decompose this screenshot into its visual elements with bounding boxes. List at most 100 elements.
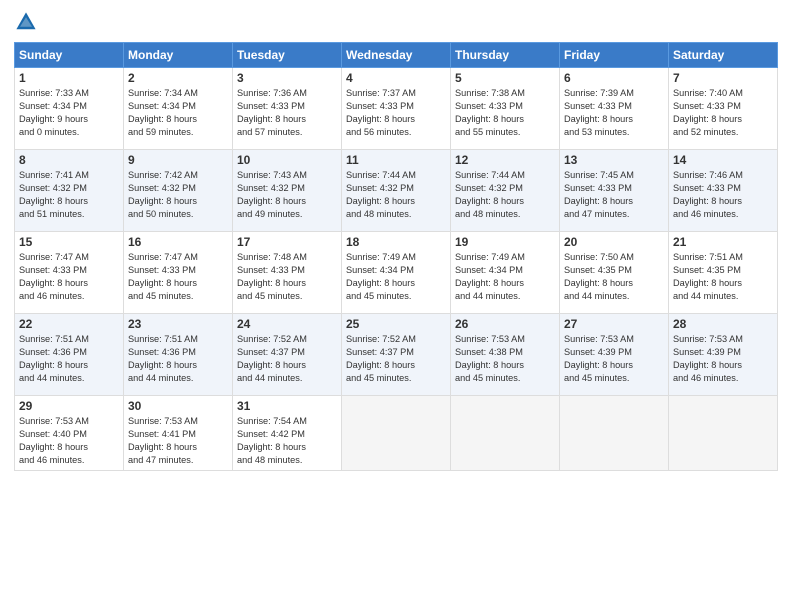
day-number: 20	[564, 235, 664, 249]
day-info: Sunrise: 7:49 AM Sunset: 4:34 PM Dayligh…	[455, 251, 555, 303]
day-info: Sunrise: 7:37 AM Sunset: 4:33 PM Dayligh…	[346, 87, 446, 139]
weekday-tuesday: Tuesday	[233, 43, 342, 68]
day-info: Sunrise: 7:53 AM Sunset: 4:40 PM Dayligh…	[19, 415, 119, 467]
day-info: Sunrise: 7:51 AM Sunset: 4:35 PM Dayligh…	[673, 251, 773, 303]
calendar-day-cell: 27 Sunrise: 7:53 AM Sunset: 4:39 PM Dayli…	[560, 314, 669, 396]
day-number: 24	[237, 317, 337, 331]
day-number: 19	[455, 235, 555, 249]
day-info: Sunrise: 7:44 AM Sunset: 4:32 PM Dayligh…	[455, 169, 555, 221]
calendar-day-cell	[669, 396, 778, 471]
calendar-week-row: 8 Sunrise: 7:41 AM Sunset: 4:32 PM Daylig…	[15, 150, 778, 232]
calendar-day-cell: 13 Sunrise: 7:45 AM Sunset: 4:33 PM Dayli…	[560, 150, 669, 232]
day-info: Sunrise: 7:52 AM Sunset: 4:37 PM Dayligh…	[346, 333, 446, 385]
day-info: Sunrise: 7:36 AM Sunset: 4:33 PM Dayligh…	[237, 87, 337, 139]
day-number: 6	[564, 71, 664, 85]
day-number: 5	[455, 71, 555, 85]
calendar-week-row: 15 Sunrise: 7:47 AM Sunset: 4:33 PM Dayli…	[15, 232, 778, 314]
day-number: 13	[564, 153, 664, 167]
day-number: 26	[455, 317, 555, 331]
day-info: Sunrise: 7:49 AM Sunset: 4:34 PM Dayligh…	[346, 251, 446, 303]
day-number: 25	[346, 317, 446, 331]
day-info: Sunrise: 7:33 AM Sunset: 4:34 PM Dayligh…	[19, 87, 119, 139]
calendar-day-cell: 15 Sunrise: 7:47 AM Sunset: 4:33 PM Dayli…	[15, 232, 124, 314]
day-number: 8	[19, 153, 119, 167]
day-info: Sunrise: 7:53 AM Sunset: 4:41 PM Dayligh…	[128, 415, 228, 467]
calendar-day-cell: 5 Sunrise: 7:38 AM Sunset: 4:33 PM Daylig…	[451, 68, 560, 150]
weekday-saturday: Saturday	[669, 43, 778, 68]
day-number: 22	[19, 317, 119, 331]
day-number: 15	[19, 235, 119, 249]
calendar-day-cell: 21 Sunrise: 7:51 AM Sunset: 4:35 PM Dayli…	[669, 232, 778, 314]
day-info: Sunrise: 7:42 AM Sunset: 4:32 PM Dayligh…	[128, 169, 228, 221]
day-info: Sunrise: 7:47 AM Sunset: 4:33 PM Dayligh…	[128, 251, 228, 303]
calendar-day-cell: 14 Sunrise: 7:46 AM Sunset: 4:33 PM Dayli…	[669, 150, 778, 232]
calendar-day-cell: 9 Sunrise: 7:42 AM Sunset: 4:32 PM Daylig…	[124, 150, 233, 232]
day-number: 31	[237, 399, 337, 413]
calendar-day-cell: 28 Sunrise: 7:53 AM Sunset: 4:39 PM Dayli…	[669, 314, 778, 396]
day-info: Sunrise: 7:54 AM Sunset: 4:42 PM Dayligh…	[237, 415, 337, 467]
calendar-day-cell: 10 Sunrise: 7:43 AM Sunset: 4:32 PM Dayli…	[233, 150, 342, 232]
day-number: 3	[237, 71, 337, 85]
day-number: 14	[673, 153, 773, 167]
day-info: Sunrise: 7:34 AM Sunset: 4:34 PM Dayligh…	[128, 87, 228, 139]
day-number: 12	[455, 153, 555, 167]
day-info: Sunrise: 7:47 AM Sunset: 4:33 PM Dayligh…	[19, 251, 119, 303]
calendar-day-cell: 26 Sunrise: 7:53 AM Sunset: 4:38 PM Dayli…	[451, 314, 560, 396]
calendar-week-row: 1Sunrise: 7:33 AM Sunset: 4:34 PM Daylig…	[15, 68, 778, 150]
day-number: 9	[128, 153, 228, 167]
calendar-day-cell: 8 Sunrise: 7:41 AM Sunset: 4:32 PM Daylig…	[15, 150, 124, 232]
day-info: Sunrise: 7:41 AM Sunset: 4:32 PM Dayligh…	[19, 169, 119, 221]
day-info: Sunrise: 7:53 AM Sunset: 4:39 PM Dayligh…	[564, 333, 664, 385]
calendar-day-cell: 25 Sunrise: 7:52 AM Sunset: 4:37 PM Dayli…	[342, 314, 451, 396]
day-info: Sunrise: 7:39 AM Sunset: 4:33 PM Dayligh…	[564, 87, 664, 139]
day-number: 16	[128, 235, 228, 249]
day-number: 10	[237, 153, 337, 167]
calendar-day-cell	[451, 396, 560, 471]
day-number: 28	[673, 317, 773, 331]
calendar-week-row: 22Sunrise: 7:51 AM Sunset: 4:36 PM Dayli…	[15, 314, 778, 396]
day-number: 21	[673, 235, 773, 249]
day-number: 29	[19, 399, 119, 413]
day-info: Sunrise: 7:43 AM Sunset: 4:32 PM Dayligh…	[237, 169, 337, 221]
day-info: Sunrise: 7:45 AM Sunset: 4:33 PM Dayligh…	[564, 169, 664, 221]
calendar-day-cell: 29 Sunrise: 7:53 AM Sunset: 4:40 PM Dayli…	[15, 396, 124, 471]
calendar-day-cell: 20Sunrise: 7:50 AM Sunset: 4:35 PM Dayli…	[560, 232, 669, 314]
calendar-day-cell	[560, 396, 669, 471]
calendar-day-cell: 18 Sunrise: 7:49 AM Sunset: 4:34 PM Dayli…	[342, 232, 451, 314]
weekday-sunday: Sunday	[15, 43, 124, 68]
day-number: 4	[346, 71, 446, 85]
day-info: Sunrise: 7:53 AM Sunset: 4:39 PM Dayligh…	[673, 333, 773, 385]
calendar-day-cell: 4 Sunrise: 7:37 AM Sunset: 4:33 PM Daylig…	[342, 68, 451, 150]
calendar-table: SundayMondayTuesdayWednesdayThursdayFrid…	[14, 42, 778, 471]
day-info: Sunrise: 7:48 AM Sunset: 4:33 PM Dayligh…	[237, 251, 337, 303]
calendar-day-cell: 1Sunrise: 7:33 AM Sunset: 4:34 PM Daylig…	[15, 68, 124, 150]
day-number: 18	[346, 235, 446, 249]
page-container: SundayMondayTuesdayWednesdayThursdayFrid…	[0, 0, 792, 612]
calendar-day-cell: 12 Sunrise: 7:44 AM Sunset: 4:32 PM Dayli…	[451, 150, 560, 232]
weekday-monday: Monday	[124, 43, 233, 68]
day-info: Sunrise: 7:40 AM Sunset: 4:33 PM Dayligh…	[673, 87, 773, 139]
calendar-day-cell: 16 Sunrise: 7:47 AM Sunset: 4:33 PM Dayli…	[124, 232, 233, 314]
logo-icon	[14, 10, 38, 34]
calendar-day-cell: 30 Sunrise: 7:53 AM Sunset: 4:41 PM Dayli…	[124, 396, 233, 471]
calendar-week-row: 29 Sunrise: 7:53 AM Sunset: 4:40 PM Dayli…	[15, 396, 778, 471]
weekday-thursday: Thursday	[451, 43, 560, 68]
weekday-header-row: SundayMondayTuesdayWednesdayThursdayFrid…	[15, 43, 778, 68]
calendar-day-cell: 23Sunrise: 7:51 AM Sunset: 4:36 PM Dayli…	[124, 314, 233, 396]
calendar-day-cell: 6 Sunrise: 7:39 AM Sunset: 4:33 PM Daylig…	[560, 68, 669, 150]
calendar-day-cell: 17 Sunrise: 7:48 AM Sunset: 4:33 PM Dayli…	[233, 232, 342, 314]
day-number: 30	[128, 399, 228, 413]
day-info: Sunrise: 7:46 AM Sunset: 4:33 PM Dayligh…	[673, 169, 773, 221]
weekday-friday: Friday	[560, 43, 669, 68]
calendar-day-cell: 3 Sunrise: 7:36 AM Sunset: 4:33 PM Daylig…	[233, 68, 342, 150]
day-info: Sunrise: 7:53 AM Sunset: 4:38 PM Dayligh…	[455, 333, 555, 385]
day-number: 11	[346, 153, 446, 167]
weekday-wednesday: Wednesday	[342, 43, 451, 68]
day-info: Sunrise: 7:38 AM Sunset: 4:33 PM Dayligh…	[455, 87, 555, 139]
day-number: 27	[564, 317, 664, 331]
day-number: 7	[673, 71, 773, 85]
logo	[14, 10, 42, 34]
day-number: 17	[237, 235, 337, 249]
calendar-day-cell: 7 Sunrise: 7:40 AM Sunset: 4:33 PM Daylig…	[669, 68, 778, 150]
calendar-day-cell: 31 Sunrise: 7:54 AM Sunset: 4:42 PM Dayli…	[233, 396, 342, 471]
